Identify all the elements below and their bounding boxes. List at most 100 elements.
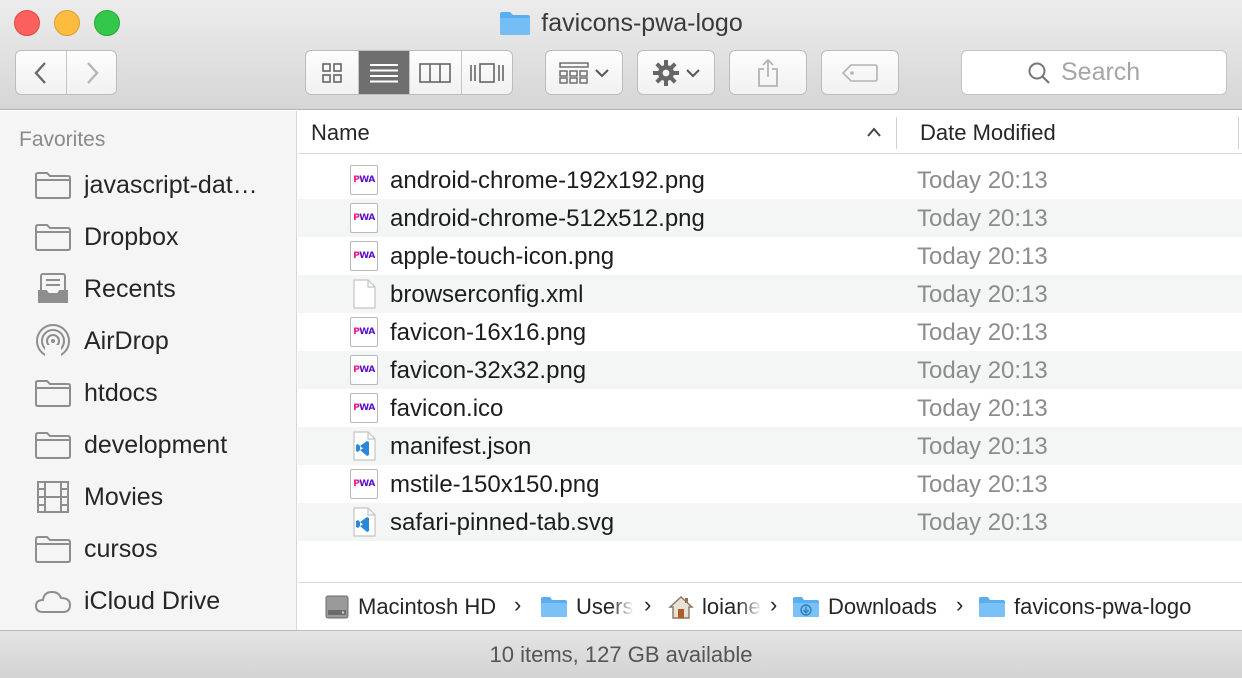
folder-icon (33, 168, 73, 202)
file-name: safari-pinned-tab.svg (390, 509, 615, 536)
sidebar-item-movies[interactable]: Movies (0, 471, 296, 523)
sidebar-item-recents[interactable]: Recents (0, 263, 296, 315)
file-date: Today 20:13 (917, 243, 1048, 270)
pwa-png-icon: PWA (350, 469, 378, 499)
tag-icon (842, 63, 878, 82)
file-name: mstile-150x150.png (390, 471, 600, 498)
chevron-down-icon (686, 68, 700, 77)
pwa-png-icon: PWA (350, 203, 378, 233)
sidebar-item-development[interactable]: development (0, 419, 296, 471)
status-bar: 10 items, 127 GB available (0, 630, 1242, 678)
airdrop-icon (33, 324, 73, 359)
column-header-row: Name Date Modified (298, 111, 1242, 154)
pwa-png-icon: PWA (350, 355, 378, 385)
file-date: Today 20:13 (917, 281, 1048, 308)
sidebar-item-label: development (84, 430, 228, 459)
sidebar-favorites-header: Favorites (19, 128, 106, 151)
forward-button[interactable] (66, 51, 116, 94)
path-item-label: Macintosh HD (358, 594, 497, 619)
search-input[interactable] (1061, 58, 1161, 87)
file-date: Today 20:13 (917, 395, 1048, 422)
gear-icon (653, 59, 679, 86)
sidebar-item-label: Movies (84, 482, 164, 511)
file-row[interactable]: PWA android-chrome-512x512.png Today 20:… (298, 199, 1242, 237)
file-row[interactable]: PWA favicon-32x32.png Today 20:13 (298, 351, 1242, 389)
pwa-png-icon: PWA (350, 393, 378, 423)
vscode-document-icon (350, 431, 378, 461)
path-bar: Macintosh HD › Users › loiane › Download… (298, 582, 1242, 630)
sidebar-item-label: htdocs (84, 378, 158, 407)
sidebar-item-label: iCloud Drive (84, 586, 221, 615)
path-item-loiane[interactable]: loiane (668, 594, 762, 620)
path-separator-icon: › (514, 592, 522, 617)
name-column-label: Name (311, 119, 370, 145)
date-modified-column-label: Date Modified (920, 119, 1056, 145)
share-button[interactable] (729, 50, 807, 95)
chevron-left-icon (34, 61, 46, 84)
column-view-button[interactable] (409, 51, 461, 94)
action-button[interactable] (637, 50, 715, 95)
back-button[interactable] (16, 51, 66, 94)
file-name: browserconfig.xml (390, 281, 584, 308)
search-field[interactable] (961, 50, 1227, 95)
file-name: favicon-32x32.png (390, 357, 587, 384)
column-divider[interactable] (896, 117, 897, 149)
sidebar-item-label: Recents (84, 274, 176, 303)
recents-icon (33, 272, 73, 306)
folder-icon (33, 428, 73, 462)
path-item-label: favicons-pwa-logo (1014, 594, 1192, 619)
name-column-header[interactable]: Name (298, 111, 896, 154)
search-icon (1028, 62, 1050, 84)
file-date: Today 20:13 (917, 205, 1048, 232)
sidebar-item-label: cursos (84, 534, 158, 563)
path-item-downloads[interactable]: Downloads (792, 594, 937, 620)
file-row[interactable]: manifest.json Today 20:13 (298, 427, 1242, 465)
file-date: Today 20:13 (917, 319, 1048, 346)
file-name: android-chrome-192x192.png (390, 167, 705, 194)
sidebar-item-htdocs[interactable]: htdocs (0, 367, 296, 419)
path-item-label: loiane (702, 594, 761, 619)
file-name: apple-touch-icon.png (390, 243, 615, 270)
file-row[interactable]: PWA android-chrome-192x192.png Today 20:… (298, 161, 1242, 199)
list-view-button[interactable] (357, 51, 409, 94)
folder-icon (500, 12, 531, 35)
status-text: 10 items, 127 GB available (489, 641, 753, 667)
sidebar-item-icloud-drive[interactable]: iCloud Drive (0, 575, 296, 627)
pwa-png-icon: PWA (350, 317, 378, 347)
folder-icon (33, 376, 73, 410)
window-toolbar: favicons-pwa-logo (0, 0, 1242, 110)
file-row[interactable]: PWA mstile-150x150.png Today 20:13 (298, 465, 1242, 503)
file-date: Today 20:13 (917, 509, 1048, 536)
tags-button[interactable] (821, 50, 899, 95)
path-item-users[interactable]: Users (540, 594, 634, 620)
cover-flow-icon (469, 62, 504, 83)
chevron-down-icon (595, 68, 609, 77)
sidebar: Favorites javascript-dat… Dropbox Recent… (0, 111, 297, 630)
column-divider[interactable] (1238, 117, 1239, 149)
sidebar-item-label: Dropbox (84, 222, 179, 251)
sidebar-item-cursos[interactable]: cursos (0, 523, 296, 575)
path-separator-icon: › (644, 592, 652, 617)
file-row[interactable]: PWA favicon.ico Today 20:13 (298, 389, 1242, 427)
folder-icon (979, 597, 1005, 617)
path-item-favicons-pwa-logo[interactable]: favicons-pwa-logo (978, 594, 1191, 620)
home-icon (668, 596, 694, 619)
file-row[interactable]: safari-pinned-tab.svg Today 20:13 (298, 503, 1242, 541)
icon-view-button[interactable] (306, 51, 358, 94)
arrange-button[interactable] (545, 50, 623, 95)
hard-drive-icon (325, 595, 349, 619)
file-row[interactable]: browserconfig.xml Today 20:13 (298, 275, 1242, 313)
sidebar-item-dropbox[interactable]: Dropbox (0, 211, 296, 263)
cover-flow-view-button[interactable] (460, 51, 513, 94)
sidebar-item-javascript-data[interactable]: javascript-dat… (0, 159, 296, 211)
path-item-macintosh-hd[interactable]: Macintosh HD (324, 594, 496, 620)
date-modified-column-header[interactable]: Date Modified (920, 111, 1056, 154)
file-date: Today 20:13 (917, 433, 1048, 460)
folder-icon (33, 220, 73, 254)
file-name: manifest.json (390, 433, 532, 460)
vscode-document-icon (350, 507, 378, 537)
list-icon (369, 63, 398, 82)
file-row[interactable]: PWA apple-touch-icon.png Today 20:13 (298, 237, 1242, 275)
sidebar-item-airdrop[interactable]: AirDrop (0, 315, 296, 367)
file-row[interactable]: PWA favicon-16x16.png Today 20:13 (298, 313, 1242, 351)
